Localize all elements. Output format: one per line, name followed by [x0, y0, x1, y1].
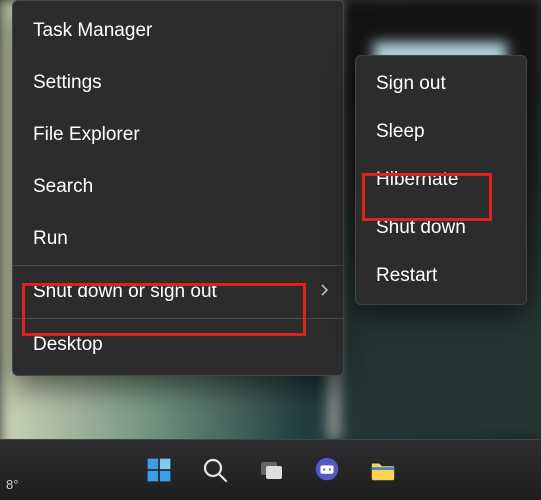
- power-submenu: Sign out Sleep Hibernate Shut down Resta…: [355, 55, 527, 305]
- menu-item-label: Run: [33, 228, 68, 250]
- submenu-item-sign-out[interactable]: Sign out: [356, 60, 526, 108]
- search-icon: [201, 456, 229, 484]
- chat-icon: [313, 455, 341, 485]
- submenu-item-sleep[interactable]: Sleep: [356, 108, 526, 156]
- menu-item-run[interactable]: Run: [13, 213, 343, 265]
- menu-item-label: Task Manager: [33, 20, 152, 42]
- menu-item-shutdown-signout[interactable]: Shut down or sign out: [13, 266, 343, 318]
- submenu-item-hibernate[interactable]: Hibernate: [356, 156, 526, 204]
- submenu-item-shut-down[interactable]: Shut down: [356, 204, 526, 252]
- winx-context-menu: Task Manager Settings File Explorer Sear…: [12, 0, 344, 376]
- menu-item-label: Search: [33, 176, 93, 198]
- taskbar-search-button[interactable]: [201, 456, 229, 484]
- menu-item-label: Shut down: [376, 217, 466, 239]
- task-view-icon: [257, 456, 285, 484]
- menu-item-label: Sleep: [376, 121, 425, 143]
- menu-item-label: Hibernate: [376, 169, 458, 191]
- submenu-item-restart[interactable]: Restart: [356, 252, 526, 300]
- menu-item-file-explorer[interactable]: File Explorer: [13, 109, 343, 161]
- menu-item-label: Sign out: [376, 73, 446, 95]
- taskbar-chat-button[interactable]: [313, 456, 341, 484]
- chevron-right-icon: [319, 281, 329, 303]
- file-explorer-button[interactable]: [369, 456, 397, 484]
- taskbar[interactable]: 8°: [0, 439, 541, 500]
- start-button[interactable]: [145, 456, 173, 484]
- weather-widget[interactable]: 8°: [6, 477, 18, 492]
- task-view-button[interactable]: [257, 456, 285, 484]
- menu-item-label: Desktop: [33, 334, 103, 356]
- menu-item-label: File Explorer: [33, 124, 140, 146]
- menu-item-search[interactable]: Search: [13, 161, 343, 213]
- weather-temperature: 8°: [6, 477, 18, 492]
- menu-item-task-manager[interactable]: Task Manager: [13, 5, 343, 57]
- menu-item-label: Settings: [33, 72, 102, 94]
- windows-logo-icon: [145, 454, 173, 486]
- menu-item-settings[interactable]: Settings: [13, 57, 343, 109]
- menu-item-label: Shut down or sign out: [33, 281, 217, 303]
- menu-item-label: Restart: [376, 265, 437, 287]
- menu-item-desktop[interactable]: Desktop: [13, 319, 343, 371]
- folder-icon: [369, 456, 397, 484]
